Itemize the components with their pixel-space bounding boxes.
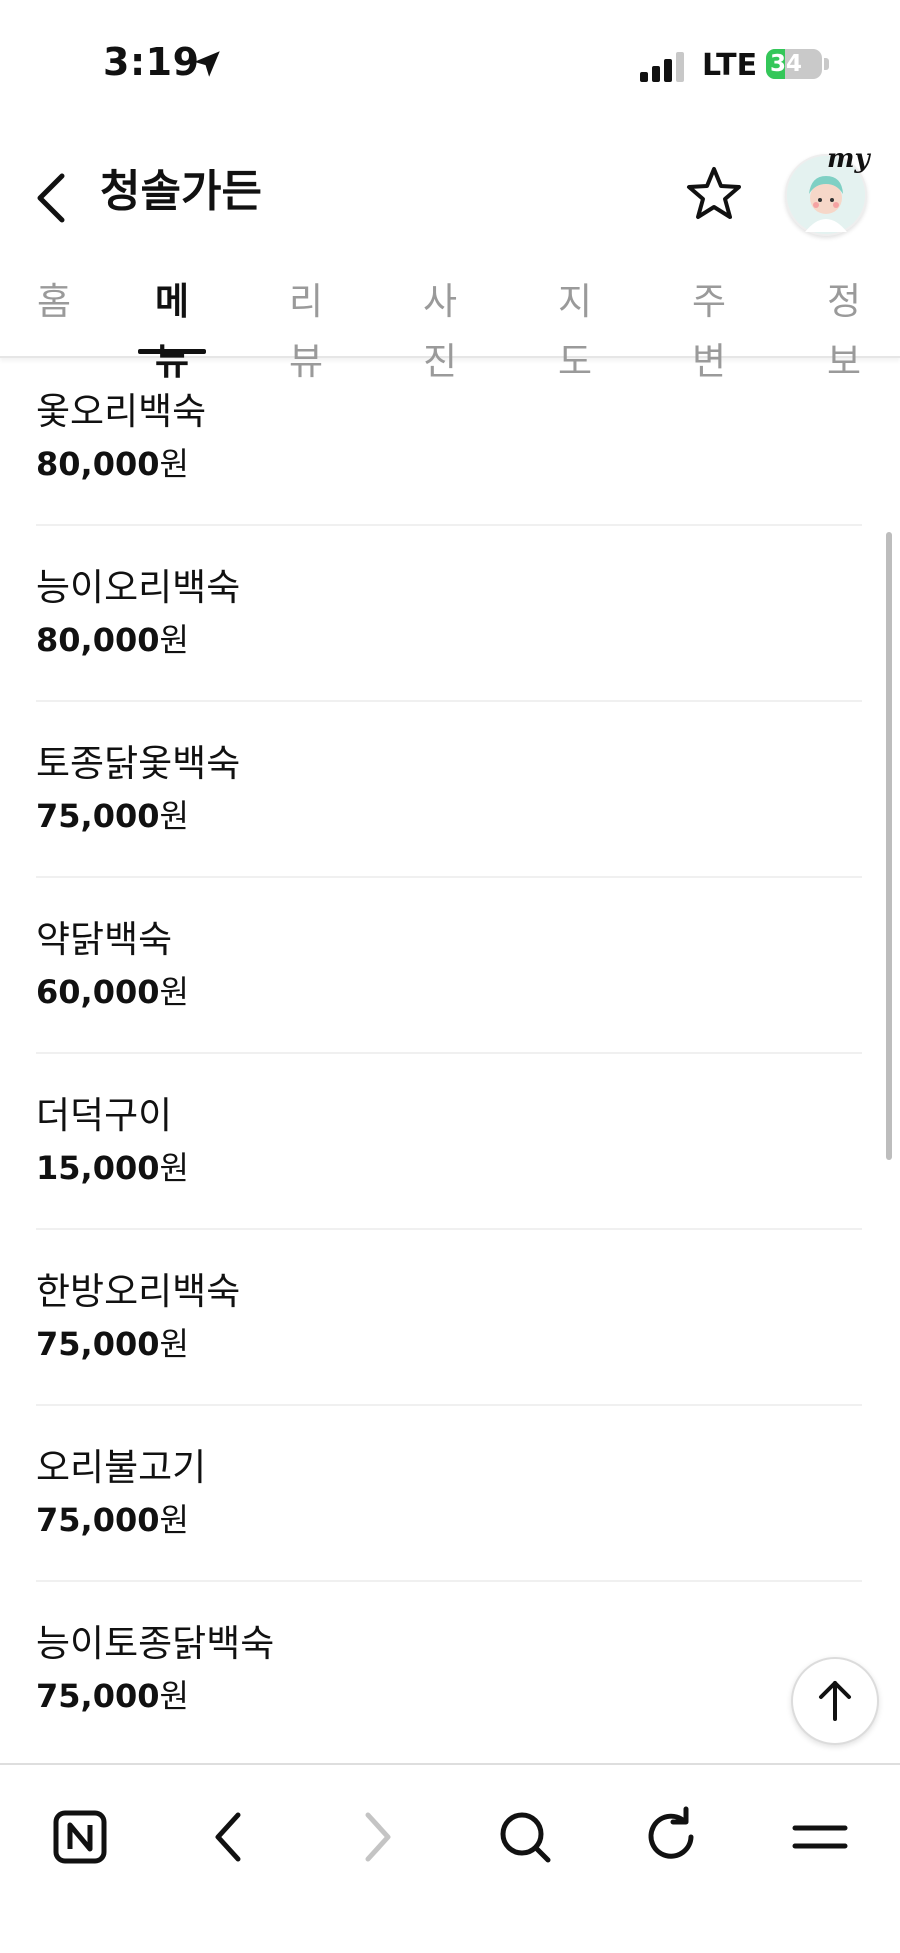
refresh-button[interactable] [627,1791,717,1881]
page-header: 청솔가든 my [0,140,900,250]
location-arrow-icon [194,51,220,77]
my-avatar-button[interactable]: my [785,144,870,236]
naver-n-icon [53,1810,107,1864]
menu-item-name: 한방오리백숙 [36,1270,241,1313]
tab-reviews[interactable]: 리뷰 [272,272,340,383]
scrollbar[interactable] [886,532,892,1160]
back-icon [215,1812,241,1862]
tab-nearby[interactable]: 주변 [675,272,743,383]
search-icon [500,1812,551,1863]
back-chevron-icon [37,173,65,223]
menu-item[interactable]: 능이토종닭백숙 75,000원 [36,1582,862,1758]
browser-back-button[interactable] [184,1791,274,1881]
tab-map[interactable]: 지도 [541,272,609,383]
forward-icon [365,1812,391,1862]
naver-home-button[interactable] [36,1791,126,1881]
network-label: LTE [702,48,758,83]
menu-item-price: 15,000원 [36,1149,189,1187]
tab-home[interactable]: 홈 [36,272,72,354]
menu-item-price: 80,000원 [36,621,189,659]
page-title: 청솔가든 [100,166,262,217]
menu-item-price: 80,000원 [36,445,189,483]
menu-item[interactable]: 옻오리백숙 80,000원 [36,358,862,526]
menu-item[interactable]: 능이오리백숙 80,000원 [36,526,862,702]
star-icon [687,167,741,219]
browser-forward-button[interactable] [332,1791,422,1881]
menu-item[interactable]: 더덕구이 15,000원 [36,1054,862,1230]
tab-photos[interactable]: 사진 [406,272,474,383]
menu-item-price: 75,000원 [36,797,189,835]
browser-toolbar [0,1763,900,1953]
status-time: 3:19 [103,40,200,84]
menu-item-name: 약닭백숙 [36,918,173,961]
menu-button[interactable] [775,1791,865,1881]
back-button[interactable] [30,168,80,228]
battery-cap [824,58,829,70]
search-button[interactable] [480,1791,570,1881]
menu-item-name: 능이오리백숙 [36,566,241,609]
menu-item-price: 75,000원 [36,1677,189,1715]
favorite-button[interactable] [684,164,744,224]
menu-item[interactable]: 약닭백숙 60,000원 [36,878,862,1054]
menu-icon [792,1825,848,1849]
menu-item[interactable]: 한방오리백숙 75,000원 [36,1230,862,1406]
signal-bars-icon [640,52,686,82]
arrow-up-icon [819,1681,851,1721]
menu-item-price: 60,000원 [36,973,189,1011]
tab-info[interactable]: 정보 [810,272,878,383]
menu-item[interactable]: 토종닭옻백숙 75,000원 [36,702,862,878]
scroll-to-top-button[interactable] [791,1657,879,1745]
menu-list: 옻오리백숙 80,000원 능이오리백숙 80,000원 토종닭옻백숙 75,0… [0,358,900,1763]
menu-item-price: 75,000원 [36,1325,189,1363]
status-bar: 3:19 LTE 34 [0,0,900,130]
menu-item-name: 오리불고기 [36,1446,207,1489]
menu-item-name: 더덕구이 [36,1094,173,1137]
my-badge: my [827,144,870,174]
menu-item-name: 능이토종닭백숙 [36,1622,275,1665]
menu-item-name: 토종닭옻백숙 [36,742,241,785]
battery-icon: 34 [766,49,822,79]
tab-bar: 홈 메뉴 리뷰 사진 지도 주변 정보 [0,272,900,383]
refresh-icon [648,1806,694,1859]
menu-item-price: 75,000원 [36,1501,189,1539]
tab-menu[interactable]: 메뉴 [138,272,206,383]
battery-percent: 34 [770,51,803,77]
menu-item[interactable]: 오리불고기 75,000원 [36,1406,862,1582]
menu-item-name: 옻오리백숙 [36,390,207,433]
